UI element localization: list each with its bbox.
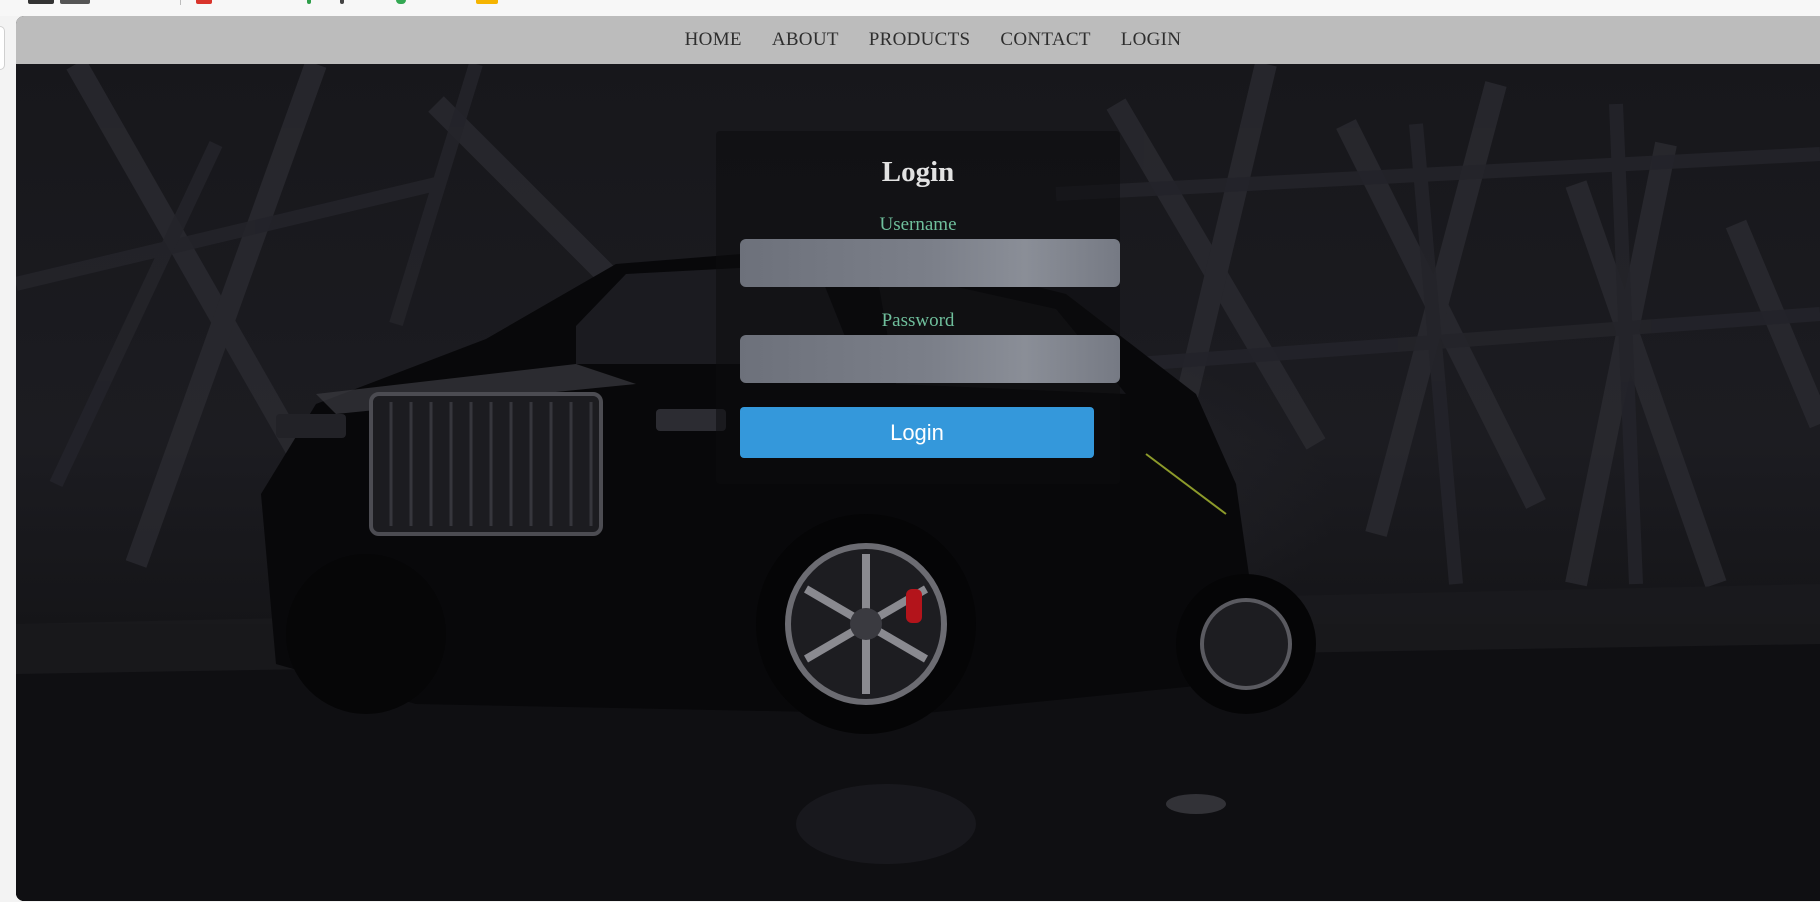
nav-home-link[interactable]: HOME: [685, 29, 742, 51]
page-viewport: HOME ABOUT PRODUCTS CONTACT LOGIN Login …: [16, 16, 1820, 901]
username-input[interactable]: [740, 239, 1120, 287]
password-input[interactable]: [740, 335, 1120, 383]
folder-icon[interactable]: [476, 0, 498, 4]
address-fragment: [28, 0, 54, 4]
address-fragment: [60, 0, 90, 4]
login-button[interactable]: Login: [740, 407, 1094, 458]
username-label: Username: [879, 214, 957, 235]
bookmark-icon[interactable]: [340, 0, 344, 4]
top-navbar: HOME ABOUT PRODUCTS CONTACT LOGIN: [16, 16, 1820, 64]
bookmark-icon[interactable]: [307, 0, 311, 4]
login-title: Login: [881, 156, 955, 188]
nav-products-link[interactable]: PRODUCTS: [869, 29, 971, 51]
side-panel-tab[interactable]: [0, 26, 5, 70]
bookmark-icon[interactable]: [196, 0, 212, 4]
nav-contact-link[interactable]: CONTACT: [1000, 29, 1090, 51]
toolbar-separator: [180, 0, 181, 5]
password-label: Password: [881, 310, 955, 331]
bookmark-icon[interactable]: [396, 0, 406, 4]
browser-chrome-strip: [0, 0, 1820, 16]
nav-about-link[interactable]: ABOUT: [772, 29, 839, 51]
login-form: Login Username Password Login: [716, 131, 1120, 484]
nav-login-link[interactable]: LOGIN: [1121, 29, 1182, 51]
